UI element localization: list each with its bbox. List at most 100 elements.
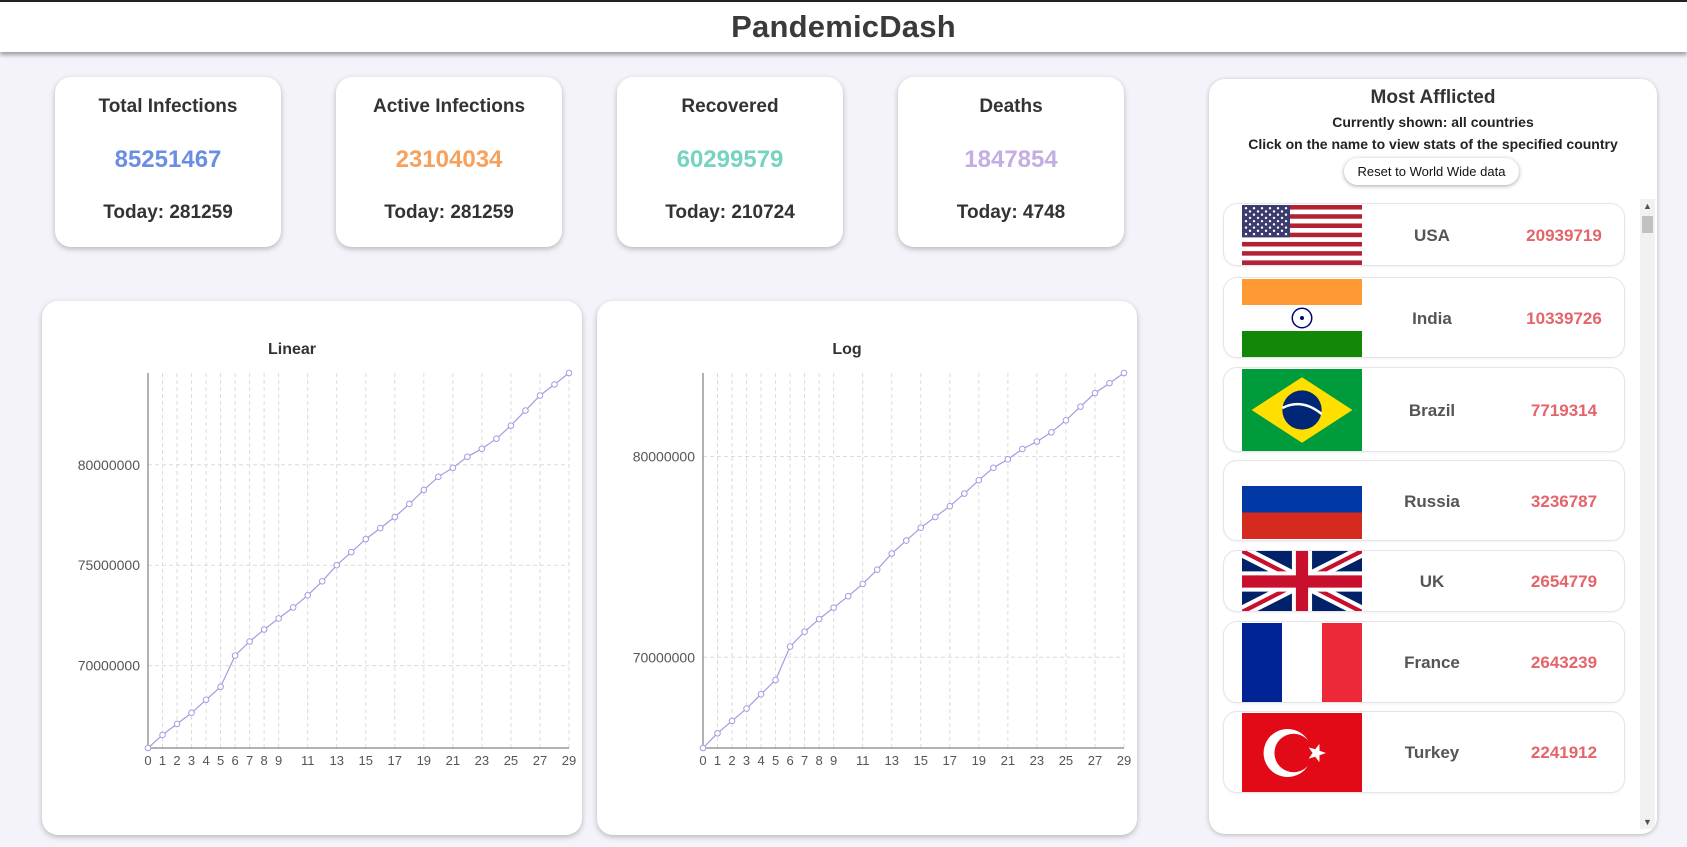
data-point (565, 369, 573, 377)
data-point (757, 690, 765, 698)
data-point (975, 476, 983, 484)
country-name[interactable]: Brazil (1362, 401, 1502, 421)
x-tick-label: 17 (943, 753, 957, 768)
x-tick-label: 23 (475, 753, 489, 768)
x-tick-label: 27 (1088, 753, 1102, 768)
stat-card-active-infections: Active Infections 23104034 Today: 281259 (336, 77, 562, 247)
usa-flag-icon (1242, 205, 1362, 265)
x-tick-label: 2 (728, 753, 735, 768)
x-tick-label: 25 (1059, 753, 1073, 768)
linear-chart-card: Linear 0 1 2 3 4 5 6 7 8 9 11 13 15 17 19 21 23 25 27 29 7000… (42, 301, 582, 835)
country-row-turkey[interactable]: Turkey 2241912 (1223, 711, 1625, 793)
data-point (961, 490, 968, 497)
data-point (478, 445, 486, 453)
scroll-down-arrow-icon[interactable]: ▼ (1640, 815, 1655, 829)
x-tick-label: 21 (1001, 753, 1015, 768)
x-tick-label: 11 (301, 753, 315, 768)
x-tick-label: 19 (972, 753, 986, 768)
panel-current-selection: Currently shown: all countries (1332, 114, 1534, 130)
x-tick-label: 19 (417, 753, 431, 768)
linear-chart: Linear0 1 2 3 4 5 6 7 8 9 11 13 15 17 19 21 23 25 27 297000… (78, 341, 577, 768)
top-bar: PandemicDash (0, 0, 1687, 52)
x-tick-label: 1 (159, 753, 166, 768)
data-point (507, 422, 515, 429)
x-tick-label: 6 (231, 753, 238, 768)
country-row-india[interactable]: India 10339726 (1223, 277, 1625, 358)
uk-flag-icon (1239, 551, 1365, 611)
country-row-france[interactable]: France 2643239 (1223, 621, 1625, 703)
stat-value: 60299579 (676, 146, 784, 173)
country-name[interactable]: France (1362, 653, 1502, 673)
country-row-brazil[interactable]: Brazil 7719314 (1223, 367, 1625, 452)
country-name[interactable]: India (1362, 309, 1502, 329)
reset-world-wide-button[interactable]: Reset to World Wide data (1344, 158, 1519, 185)
data-point (536, 392, 544, 399)
stat-title: Recovered (681, 96, 779, 117)
x-tick-label: 0 (144, 753, 151, 768)
data-point (231, 652, 239, 659)
x-tick-label: 8 (816, 753, 823, 768)
data-point (743, 705, 750, 712)
data-point (1019, 445, 1026, 453)
data-point (406, 500, 413, 508)
country-list[interactable]: USA 20939719 India 10339726 Brazil 7719314 Rus… (1209, 203, 1639, 823)
stat-value: 85251467 (114, 146, 222, 173)
stat-today: Today: 281259 (384, 202, 514, 223)
x-tick-label: 13 (329, 753, 343, 768)
data-point (1091, 389, 1099, 397)
country-name[interactable]: Russia (1362, 492, 1502, 512)
country-name[interactable]: Turkey (1362, 743, 1502, 763)
log-chart-card: Log 0 1 2 3 4 5 6 7 8 9 11 13 15 17 19 21 23 25 27 29 7000000… (597, 301, 1137, 835)
data-point (188, 709, 195, 717)
india-flag-icon (1242, 279, 1362, 357)
country-case-count: 2643239 (1530, 653, 1598, 672)
country-case-count: 2654779 (1530, 572, 1598, 591)
x-tick-label: 11 (856, 753, 870, 768)
data-point (464, 453, 471, 461)
country-name[interactable]: UK (1362, 572, 1502, 592)
scroll-up-arrow-icon[interactable]: ▲ (1640, 199, 1655, 213)
x-tick-label: 3 (188, 753, 195, 768)
data-point (420, 486, 428, 494)
x-tick-label: 4 (757, 753, 764, 768)
x-tick-label: 0 (699, 753, 706, 768)
app-title: PandemicDash (731, 9, 956, 44)
country-name[interactable]: USA (1362, 226, 1502, 246)
x-tick-label: 6 (786, 753, 793, 768)
data-point (1077, 403, 1084, 410)
data-point (1120, 369, 1128, 377)
data-point (873, 566, 881, 573)
data-point (391, 513, 399, 521)
series-line (147, 372, 570, 749)
stat-today: Today: 210724 (665, 202, 795, 223)
data-point (362, 535, 370, 543)
y-tick-label: 70000000 (633, 649, 696, 665)
data-point (347, 548, 355, 556)
x-tick-label: 4 (202, 753, 209, 768)
y-tick-label: 70000000 (78, 658, 141, 674)
x-tick-label: 29 (1117, 753, 1131, 768)
stat-today: Today: 281259 (103, 202, 233, 223)
data-point (522, 407, 529, 414)
country-row-uk[interactable]: UK 2654779 (1223, 550, 1625, 612)
data-point (202, 696, 210, 704)
data-point (449, 464, 457, 472)
country-list-scrollbar[interactable]: ▲ ▼ (1640, 199, 1655, 829)
data-point (1106, 379, 1113, 387)
stat-title: Deaths (979, 96, 1043, 117)
stat-card-total-infections: Total Infections 85251467 Today: 281259 (55, 77, 281, 247)
data-point (902, 537, 910, 544)
data-point (990, 464, 997, 472)
x-tick-label: 25 (504, 753, 518, 768)
data-point (159, 731, 166, 739)
russia-flag-icon (1242, 486, 1362, 539)
country-row-usa[interactable]: USA 20939719 (1223, 203, 1625, 266)
data-point (493, 435, 500, 442)
x-tick-label: 5 (217, 753, 224, 768)
country-row-russia[interactable]: Russia 3236787 (1223, 460, 1625, 541)
data-point (275, 615, 282, 622)
x-tick-label: 3 (743, 753, 750, 768)
stat-card-recovered: Recovered 60299579 Today: 210724 (617, 77, 843, 247)
stat-value: 1847854 (964, 146, 1058, 173)
scrollbar-thumb[interactable] (1642, 216, 1653, 233)
